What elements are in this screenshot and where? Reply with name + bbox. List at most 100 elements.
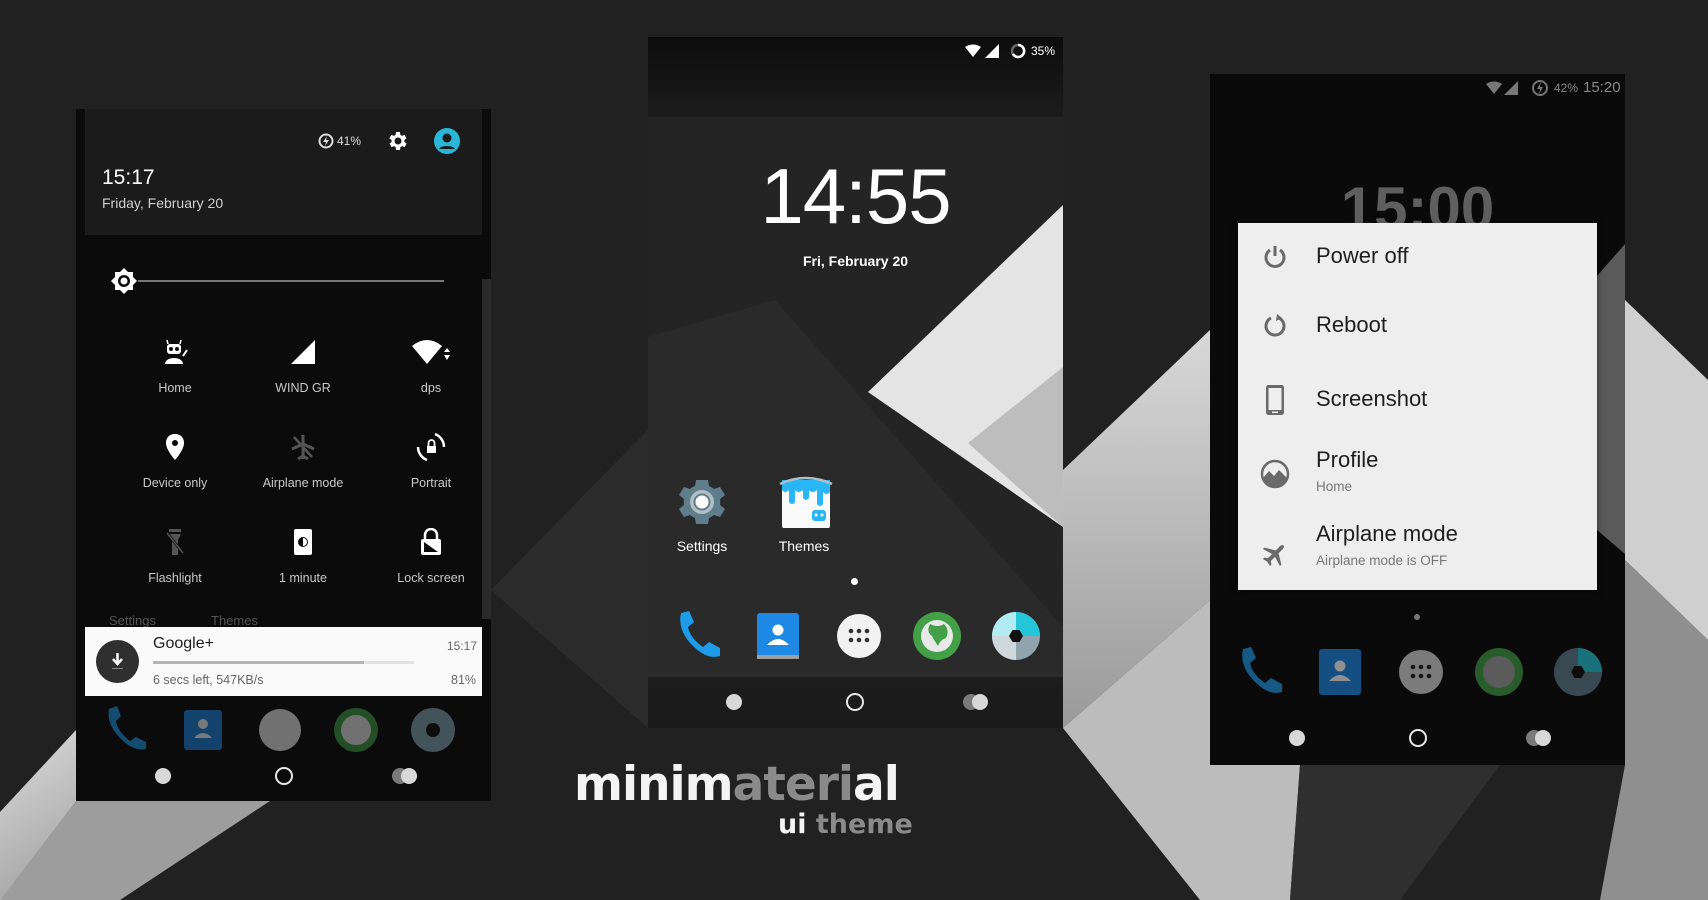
- menu-sublabel: Airplane mode is OFF: [1316, 553, 1448, 568]
- nav-home-button[interactable]: [1409, 729, 1427, 747]
- dimmed-dock: [106, 704, 476, 759]
- brand-subtitle: ui theme: [778, 809, 913, 840]
- download-icon: [112, 653, 123, 669]
- app-label-themes: Themes: [778, 538, 830, 554]
- tile-screen-timeout[interactable]: 1 minute: [248, 525, 358, 585]
- menu-sublabel: Home: [1316, 479, 1353, 494]
- tile-label: dps: [420, 381, 442, 395]
- browser-icon: [913, 612, 961, 660]
- dock: [680, 611, 1040, 660]
- menu-item-power-off[interactable]: Power off: [1238, 223, 1597, 291]
- tile-rotation[interactable]: Portrait: [376, 430, 486, 490]
- power-icon: [1264, 246, 1286, 268]
- tile-label: Lock screen: [397, 571, 465, 585]
- home-screen: 35% 14:55 Fri, February 20 Settings Them…: [648, 37, 1063, 728]
- menu-label: Screenshot: [1316, 386, 1428, 411]
- tile-label: Flashlight: [148, 571, 202, 585]
- brand-subtitle-white: ui: [778, 809, 807, 840]
- tile-label: WIND GR: [275, 381, 331, 395]
- lock-screen-icon: [421, 528, 441, 555]
- tile-lock-screen[interactable]: Lock screen: [376, 525, 486, 585]
- menu-label: Power off: [1316, 243, 1409, 268]
- page-indicator: [851, 578, 858, 585]
- menu-item-reboot[interactable]: Reboot: [1238, 291, 1597, 365]
- nav-back-button[interactable]: [726, 694, 742, 710]
- quick-settings-screen: 41% 15:17 Friday, February 20 Home WIND …: [76, 109, 491, 801]
- notification-header: 41% 15:17 Friday, February 20: [85, 109, 482, 235]
- screen-timeout-icon: [294, 529, 312, 555]
- tile-location[interactable]: Device only: [120, 430, 230, 490]
- notification-detail: 6 secs left, 547KB/s: [153, 673, 264, 687]
- wifi-icon: [412, 340, 450, 364]
- menu-label: Airplane mode: [1316, 521, 1458, 546]
- camera-icon: [992, 612, 1040, 660]
- reboot-icon: [1264, 314, 1286, 337]
- nav-recents-button[interactable]: [1526, 730, 1552, 746]
- app-label-settings: Settings: [676, 538, 728, 554]
- tile-wifi[interactable]: dps: [376, 335, 486, 395]
- menu-item-screenshot[interactable]: Screenshot: [1238, 365, 1597, 439]
- power-menu-screen: 42% 15:20 15:00 Power off Reboot Screens…: [1210, 74, 1625, 765]
- tile-flashlight[interactable]: Flashlight: [120, 525, 230, 585]
- lockscreen-date: Fri, February 20: [802, 253, 909, 269]
- menu-label: Profile: [1316, 447, 1379, 472]
- themes-app-icon[interactable]: [776, 474, 836, 530]
- brand-title-gray: ateri: [732, 757, 854, 812]
- behind-label-themes: Themes: [211, 613, 258, 628]
- behind-label-settings: Settings: [109, 613, 156, 628]
- nav-back-button[interactable]: [155, 768, 171, 784]
- nav-home-button[interactable]: [846, 693, 864, 711]
- download-notification[interactable]: Google+ 15:17 6 secs left, 547KB/s 81%: [85, 627, 482, 696]
- screenshot-icon: [1266, 385, 1284, 415]
- nav-back-button[interactable]: [1289, 730, 1305, 746]
- dimmed-dock: [1242, 647, 1602, 696]
- scroll-edge: [482, 279, 491, 619]
- nav-recents-button[interactable]: [392, 768, 418, 784]
- settings-gear-icon[interactable]: [385, 129, 409, 153]
- user-avatar-icon[interactable]: [433, 127, 461, 155]
- tile-airplane[interactable]: Airplane mode: [248, 430, 358, 490]
- phone-icon: [680, 611, 720, 657]
- nav-recents-button[interactable]: [963, 694, 989, 710]
- notification-title: Google+: [153, 635, 214, 652]
- location-icon: [166, 434, 184, 460]
- contacts-icon: [757, 613, 799, 659]
- menu-item-airplane-mode[interactable]: Airplane mode Airplane mode is OFF: [1238, 513, 1597, 590]
- tile-label: 1 minute: [279, 571, 327, 585]
- tile-label: Device only: [142, 476, 208, 490]
- download-progress-track: [153, 661, 414, 664]
- brightness-icon: [111, 268, 137, 294]
- header-date: Friday, February 20: [102, 195, 224, 211]
- page-indicator: [1414, 614, 1420, 620]
- tile-label: Portrait: [410, 476, 452, 490]
- cyanogenmod-profile-icon: [165, 339, 188, 364]
- battery-percent: 41%: [337, 134, 362, 148]
- notification-percent: 81%: [451, 673, 477, 687]
- tile-label: Airplane mode: [262, 476, 344, 490]
- power-menu: Power off Reboot Screenshot Profile Home…: [1238, 223, 1597, 590]
- tile-profile[interactable]: Home: [120, 335, 230, 395]
- brightness-slider[interactable]: [138, 280, 444, 282]
- brand-title-white: minim: [574, 757, 734, 812]
- profile-icon: [1260, 459, 1290, 489]
- download-icon-circle: [96, 640, 139, 683]
- nav-home-button[interactable]: [275, 767, 293, 785]
- signal-icon: [291, 340, 315, 364]
- rotation-lock-icon: [416, 432, 446, 462]
- airplane-icon: [291, 435, 315, 461]
- settings-app-icon[interactable]: [674, 474, 730, 530]
- flashlight-off-icon: [165, 529, 185, 555]
- battery-charging-icon: [318, 133, 334, 149]
- tile-mobile-signal[interactable]: WIND GR: [248, 335, 358, 395]
- lockscreen-clock: 14:55: [760, 152, 951, 240]
- menu-label: Reboot: [1316, 312, 1387, 337]
- menu-item-profile[interactable]: Profile Home: [1238, 439, 1597, 513]
- header-time: 15:17: [102, 166, 155, 189]
- tile-label: Home: [158, 381, 192, 395]
- app-drawer-icon: [837, 614, 881, 658]
- download-progress-fill: [153, 661, 365, 664]
- brand-subtitle-gray: theme: [806, 809, 913, 840]
- airplane-icon: [1262, 545, 1284, 567]
- brand-title-white-end: al: [853, 757, 900, 812]
- brand-title: minimaterial: [574, 757, 900, 812]
